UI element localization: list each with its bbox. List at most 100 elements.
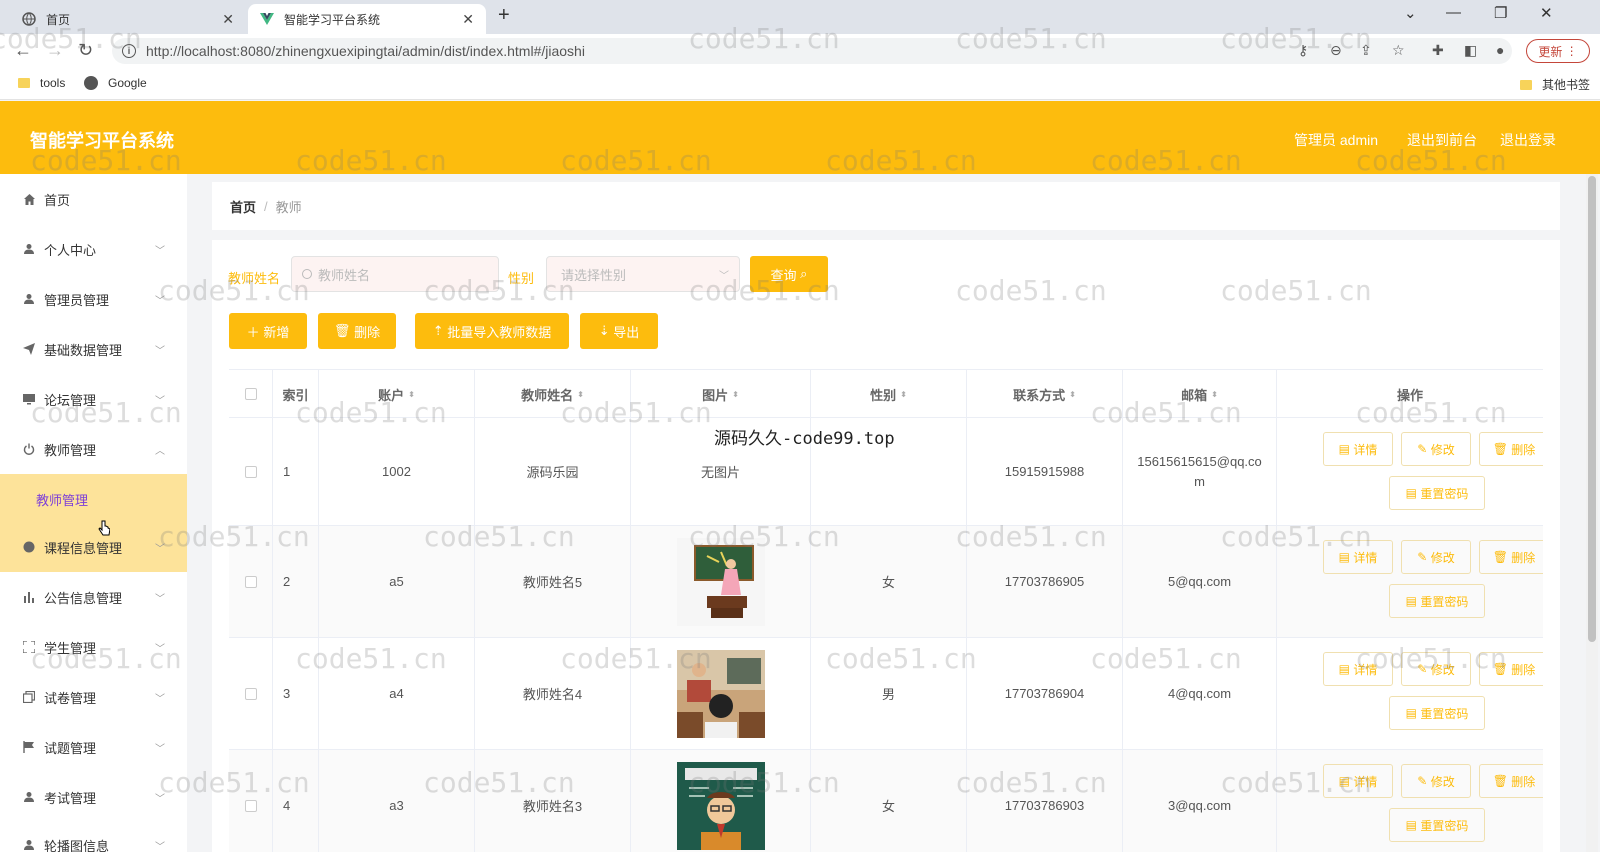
sidebar-item-carousel[interactable]: 轮播图信息 ﹀ (0, 820, 187, 852)
back-to-front-link[interactable]: 退出到前台 (1407, 130, 1477, 150)
education-chalkboard-image (676, 761, 765, 850)
logout-link[interactable]: 退出登录 (1500, 130, 1556, 150)
reset-password-button[interactable]: ▤ 重置密码 (1389, 584, 1485, 618)
reload-icon[interactable]: ↻ (78, 40, 93, 61)
sort-icon[interactable]: ⬍ (1069, 390, 1076, 399)
new-tab-icon[interactable]: + (498, 4, 510, 27)
reset-password-button[interactable]: ▤ 重置密码 (1389, 696, 1485, 730)
sidebar-item-admin-management[interactable]: 管理员管理 ﹀ (0, 274, 187, 324)
paper-plane-icon (22, 342, 36, 356)
file-icon: ▤ (1405, 818, 1417, 832)
window-close-icon[interactable]: ✕ (1540, 4, 1553, 22)
row-delete-button[interactable]: 🗑 删除 (1479, 432, 1543, 466)
sidebar-item-question[interactable]: 试题管理 ﹀ (0, 722, 187, 772)
column-header[interactable]: 账户 ⬍ (319, 370, 475, 418)
file-icon: ▤ (1338, 442, 1350, 456)
bookmark-google[interactable]: Google (84, 76, 147, 90)
reset-password-button[interactable]: ▤ 重置密码 (1389, 808, 1485, 842)
minimize-icon[interactable]: — (1446, 4, 1461, 21)
close-icon[interactable]: ✕ (462, 11, 474, 28)
key-icon[interactable]: ⚷ (1298, 42, 1308, 59)
edit-button[interactable]: ✎ 修改 (1401, 764, 1471, 798)
sort-icon[interactable]: ⬍ (577, 390, 584, 399)
sort-icon[interactable]: ⬍ (408, 390, 415, 399)
add-button[interactable]: ＋ 新增 (229, 313, 307, 349)
column-header-label: 联系方式 (1013, 387, 1066, 403)
sidebar-item-course-info[interactable]: 课程信息管理 ﹀ (0, 522, 187, 572)
column-header-label: 教师姓名 (521, 387, 574, 403)
upload-icon: ⇡ (432, 323, 444, 338)
sidebar-subitem-teacher-management[interactable]: 教师管理 (0, 474, 187, 524)
detail-button[interactable]: ▤ 详情 (1323, 764, 1393, 798)
gender-select[interactable]: 请选择性别 ﹀ (546, 256, 740, 292)
sidebar-item-basic-data[interactable]: 基础数据管理 ﹀ (0, 324, 187, 374)
row-checkbox[interactable] (244, 465, 257, 478)
column-header[interactable]: 联系方式 ⬍ (967, 370, 1123, 418)
sort-icon[interactable]: ⬍ (1211, 390, 1218, 399)
email-cell: 15615615615@qq.com (1123, 418, 1277, 525)
sidebar-item-announcement[interactable]: 公告信息管理 ﹀ (0, 572, 187, 622)
breadcrumb-home[interactable]: 首页 (230, 197, 256, 216)
column-header[interactable]: 邮箱 ⬍ (1123, 370, 1277, 418)
delete-label: 删除 (354, 324, 381, 340)
row-checkbox[interactable] (244, 575, 257, 588)
zoom-icon[interactable]: ⊖ (1330, 42, 1342, 59)
sidebar-item-forum[interactable]: 论坛管理 ﹀ (0, 374, 187, 424)
sidebar-item-student[interactable]: 学生管理 ﹀ (0, 622, 187, 672)
restore-icon[interactable]: ❐ (1494, 4, 1507, 22)
sidebar-item-teacher-management[interactable]: 教师管理 ︿ (0, 424, 187, 474)
bookmark-tools[interactable]: tools (18, 76, 65, 90)
back-icon[interactable]: ← (14, 40, 32, 61)
info-icon[interactable]: i (122, 44, 136, 58)
column-header[interactable]: 性别 ⬍ (811, 370, 967, 418)
query-button[interactable]: 查询 ⌕ (750, 256, 828, 292)
row-delete-button[interactable]: 🗑 删除 (1479, 540, 1543, 574)
share-icon[interactable]: ⇪ (1360, 42, 1372, 59)
forward-icon[interactable]: → (46, 40, 64, 61)
close-icon[interactable]: ✕ (222, 11, 234, 28)
folder-icon (18, 78, 30, 88)
detail-button[interactable]: ▤ 详情 (1323, 540, 1393, 574)
chevron-down-icon: ﹀ (155, 793, 165, 805)
delete-button[interactable]: 🗑 删除 (318, 313, 396, 349)
admin-user-link[interactable]: 管理员 admin (1294, 130, 1378, 150)
sidebar-item-personal-center[interactable]: 个人中心 ﹀ (0, 224, 187, 274)
select-all-checkbox[interactable] (244, 388, 257, 400)
update-button[interactable]: 更新 ⋮ (1526, 39, 1590, 63)
bookmark-other[interactable]: 其他书签 (1520, 76, 1590, 93)
detail-button[interactable]: ▤ 详情 (1323, 432, 1393, 466)
row-checkbox[interactable] (244, 799, 257, 812)
column-header-label: 邮箱 (1181, 387, 1208, 403)
extensions-icon[interactable]: ✚ (1432, 42, 1444, 59)
row-checkbox[interactable] (244, 687, 257, 700)
reset-password-button[interactable]: ▤ 重置密码 (1389, 476, 1485, 510)
browser-tab-active[interactable]: 智能学习平台系统 ✕ (248, 4, 486, 34)
row-delete-button[interactable]: 🗑 删除 (1479, 652, 1543, 686)
sidebar-item-exam[interactable]: 考试管理 ﹀ (0, 772, 187, 822)
edit-button[interactable]: ✎ 修改 (1401, 652, 1471, 686)
sidepanel-icon[interactable]: ◧ (1464, 42, 1477, 59)
star-icon[interactable]: ☆ (1392, 42, 1405, 59)
trash-icon: 🗑 (333, 323, 351, 338)
column-header[interactable]: 图片 ⬍ (631, 370, 811, 418)
sidebar-item-label: 教师管理 (44, 442, 97, 458)
teacher-name-input[interactable]: 教师姓名 (291, 256, 499, 292)
import-label: 批量导入教师数据 (447, 324, 552, 340)
chevron-down-icon[interactable]: ⌄ (1404, 4, 1417, 22)
sort-icon[interactable]: ⬍ (732, 390, 739, 399)
column-header[interactable]: 教师姓名 ⬍ (475, 370, 631, 418)
detail-button[interactable]: ▤ 详情 (1323, 652, 1393, 686)
browser-tab-home[interactable]: 首页 ✕ (10, 4, 246, 34)
detail-label: 详情 (1353, 662, 1378, 677)
batch-import-button[interactable]: ⇡ 批量导入教师数据 (415, 313, 569, 349)
page-scrollbar-thumb[interactable] (1588, 176, 1596, 642)
edit-button[interactable]: ✎ 修改 (1401, 540, 1471, 574)
sort-icon[interactable]: ⬍ (900, 390, 907, 399)
sidebar-item-paper[interactable]: 试卷管理 ﹀ (0, 672, 187, 722)
edit-button[interactable]: ✎ 修改 (1401, 432, 1471, 466)
row-delete-button[interactable]: 🗑 删除 (1479, 764, 1543, 798)
image-cell (631, 750, 811, 852)
profile-icon[interactable]: ● (1496, 42, 1504, 58)
export-button[interactable]: ⇣ 导出 (580, 313, 658, 349)
sidebar-item-home[interactable]: 首页 (0, 174, 187, 224)
